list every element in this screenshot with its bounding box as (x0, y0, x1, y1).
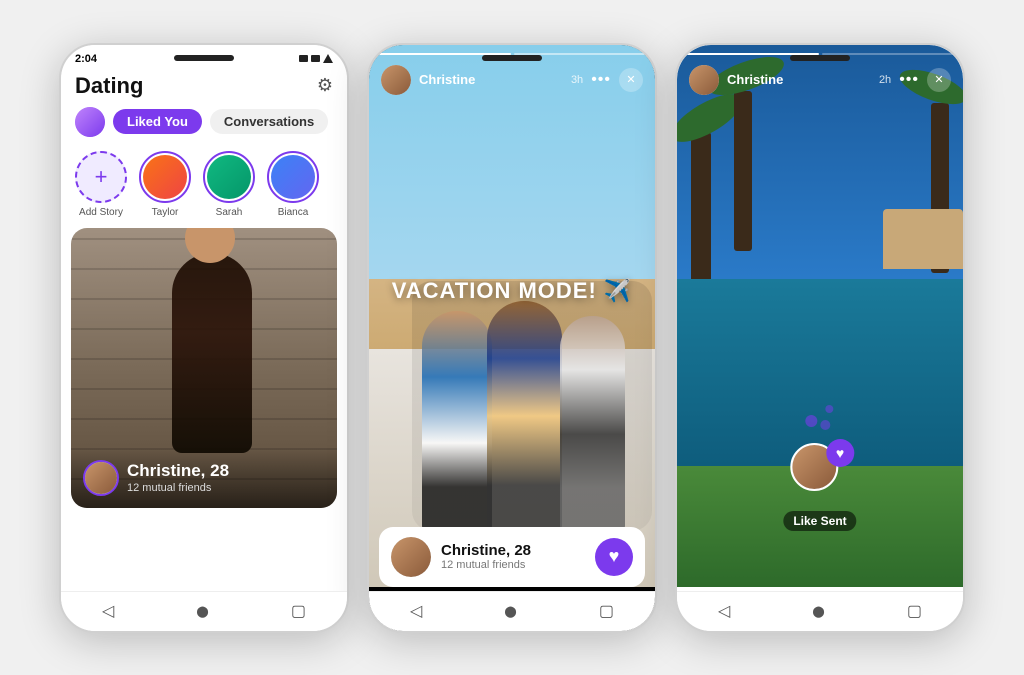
story-time: 3h (571, 74, 583, 86)
card-info: Christine, 28 12 mutual friends (127, 461, 229, 493)
story-header-3: Christine 2h ••• ✕ (677, 65, 963, 95)
tab-row: Liked You Conversations (61, 107, 347, 147)
wifi-icon (323, 54, 333, 63)
nav-back-icon-3[interactable]: ◁ (718, 601, 730, 621)
story-card-mutual: 12 mutual friends (441, 559, 531, 571)
person1 (422, 311, 492, 531)
person2 (487, 301, 562, 531)
story-sarah[interactable]: Sarah (203, 151, 255, 218)
story-name-sarah: Sarah (216, 207, 243, 218)
phone-2: Christine 3h ••• ✕ VACATION MODE! ✈️ Chr… (367, 43, 657, 633)
story-card-bottom: Christine, 28 12 mutual friends ♥ (379, 527, 645, 587)
story-time-3: 2h (879, 74, 891, 86)
nav-bar-2: ◁ ⬤ ▢ (369, 591, 655, 631)
story-add-label: Add Story (79, 207, 123, 218)
page-title: Dating (75, 73, 143, 99)
progress-bars (379, 53, 645, 56)
app-header: Dating ⚙ (61, 69, 347, 107)
nav-square-icon[interactable]: ▢ (291, 601, 306, 621)
vacation-text: VACATION MODE! (392, 278, 597, 303)
like-sent-label: Like Sent (783, 511, 856, 531)
story-bianca[interactable]: Bianca (267, 151, 319, 218)
battery-icon (299, 55, 308, 62)
time: 2:04 (75, 53, 97, 65)
close-icon: ✕ (626, 73, 635, 86)
settings-icon[interactable]: ⚙ (317, 75, 333, 96)
heart-bubble-1 (805, 415, 817, 427)
like-sent-overlay: ♥ Like Sent (783, 435, 856, 531)
story-circle-taylor[interactable] (139, 151, 191, 203)
plus-icon: + (95, 164, 108, 190)
nav-home-icon-3[interactable]: ⬤ (812, 605, 824, 618)
story-header: Christine 3h ••• ✕ (369, 65, 655, 95)
vacation-overlay: VACATION MODE! ✈️ (392, 278, 633, 304)
story-close-button[interactable]: ✕ (619, 68, 643, 92)
add-story-circle[interactable]: + (75, 151, 127, 203)
phone-1: 2:04 Dating ⚙ Liked You Conversations (59, 43, 349, 633)
nav-home-icon-2[interactable]: ⬤ (504, 605, 516, 618)
status-bar: 2:04 (61, 45, 347, 69)
story-name-taylor: Taylor (152, 207, 179, 218)
like-button[interactable]: ♥ (595, 538, 633, 576)
story-username-3: Christine (727, 72, 871, 87)
tab-liked-you[interactable]: Liked You (113, 109, 202, 134)
resort-building (883, 209, 963, 269)
people-group (412, 281, 652, 531)
card-name: Christine, 28 (127, 461, 229, 481)
story-close-button-3[interactable]: ✕ (927, 68, 951, 92)
nav-home-icon[interactable]: ⬤ (196, 605, 208, 618)
like-sent-heart-badge: ♥ (826, 439, 854, 467)
story-circle-sarah[interactable] (203, 151, 255, 203)
phone-3: Christine 2h ••• ✕ ♥ Like (675, 43, 965, 633)
story-card-info: Christine, 28 12 mutual friends (441, 542, 531, 571)
person-figure (172, 253, 252, 453)
card-overlay: Christine, 28 12 mutual friends (71, 448, 337, 508)
pool-background (677, 45, 963, 631)
nav-back-icon[interactable]: ◁ (102, 601, 114, 621)
progress-3-2 (822, 53, 954, 56)
nav-back-icon-2[interactable]: ◁ (410, 601, 422, 621)
palm2-trunk (734, 91, 752, 251)
signal-icon (311, 55, 320, 62)
progress-2 (514, 53, 646, 56)
heart-icon: ♥ (609, 546, 620, 567)
profile-card[interactable]: Christine, 28 12 mutual friends (71, 228, 337, 508)
status-icons (299, 54, 333, 63)
nav-bar: ◁ ⬤ ▢ (61, 591, 347, 631)
nav-square-icon-2[interactable]: ▢ (599, 601, 614, 621)
like-sent-avatar-wrap: ♥ (790, 443, 850, 503)
heart-bubble-2 (825, 405, 833, 413)
stories-row: + Add Story Taylor Sarah (61, 147, 347, 228)
person3 (560, 316, 625, 531)
story-user-avatar (381, 65, 411, 95)
progress-3-1 (687, 53, 819, 56)
story-username: Christine (419, 72, 563, 87)
nav-bar-3: ◁ ⬤ ▢ (677, 591, 963, 631)
story-more-icon[interactable]: ••• (591, 71, 611, 89)
story-more-icon-3[interactable]: ••• (899, 71, 919, 89)
tab-avatar (75, 107, 105, 137)
heart-bubble-3 (820, 420, 830, 430)
tab-conversations[interactable]: Conversations (210, 109, 328, 134)
story-card-name: Christine, 28 (441, 542, 531, 559)
story-user-avatar-3 (689, 65, 719, 95)
card-mutual: 12 mutual friends (127, 482, 229, 494)
story-circle-bianca[interactable] (267, 151, 319, 203)
story-card-avatar (391, 537, 431, 577)
story-taylor[interactable]: Taylor (139, 151, 191, 218)
like-heart-icon: ♥ (836, 445, 844, 461)
close-icon-3: ✕ (934, 73, 943, 86)
story-add[interactable]: + Add Story (75, 151, 127, 218)
progress-1 (379, 53, 511, 56)
plane-emoji: ✈️ (604, 278, 632, 303)
nav-square-icon-3[interactable]: ▢ (907, 601, 922, 621)
progress-bars-3 (687, 53, 953, 56)
card-mini-avatar (83, 460, 119, 496)
story-name-bianca: Bianca (278, 207, 309, 218)
